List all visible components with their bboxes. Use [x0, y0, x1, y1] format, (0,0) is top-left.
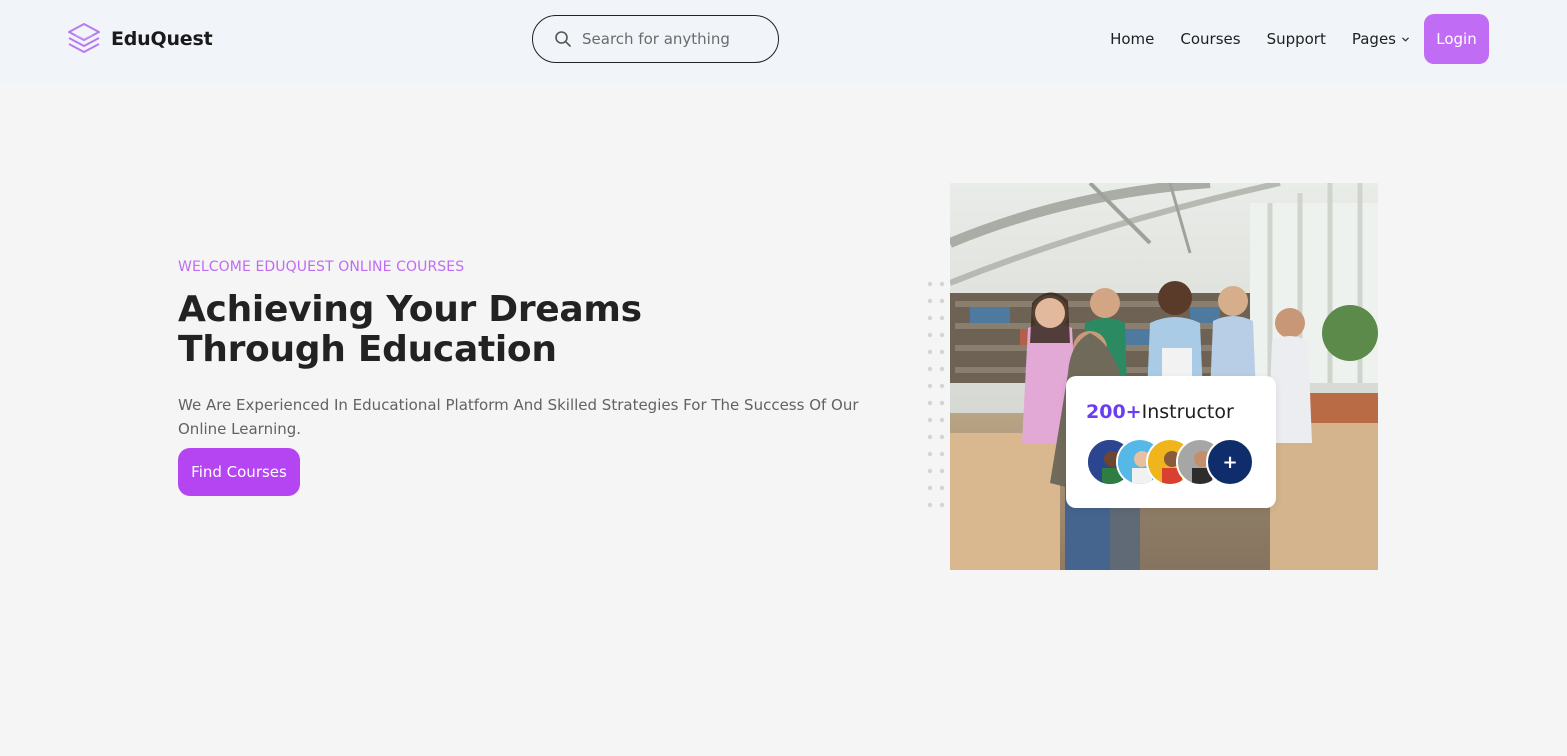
more-instructors-button[interactable]: + [1206, 438, 1254, 486]
search-icon [555, 31, 571, 47]
instructor-card: 200+Instructor + [1066, 376, 1276, 508]
nav-pages-label: Pages [1351, 30, 1396, 48]
instructor-label: Instructor [1141, 401, 1234, 423]
find-courses-button[interactable]: Find Courses [178, 448, 300, 496]
instructor-avatars: + [1086, 438, 1266, 488]
nav-support[interactable]: Support [1267, 30, 1326, 48]
nav-support-label: Support [1266, 30, 1326, 48]
nav-home-label: Home [1110, 30, 1155, 48]
nav-home[interactable]: Home [1110, 30, 1154, 48]
hero-description: We Are Experienced In Educational Platfo… [178, 396, 859, 438]
site-header: EduQuest Home Courses Support Pages Logi… [0, 0, 1567, 84]
layers-icon [68, 23, 100, 53]
brand-logo[interactable]: EduQuest [66, 21, 213, 57]
brand-name: EduQuest [111, 28, 213, 50]
instructor-card-title: 200+Instructor [1086, 401, 1234, 423]
login-button[interactable]: Login [1424, 14, 1489, 64]
nav-courses-label: Courses [1180, 30, 1241, 48]
hero-headline: Achieving Your Dreams Through Education [178, 289, 642, 370]
chevron-down-icon [1402, 37, 1409, 41]
main-nav: Home Courses Support Pages Login [1110, 14, 1489, 64]
plus-icon: + [1222, 451, 1238, 473]
search-bar [532, 15, 779, 63]
search-input[interactable] [582, 30, 762, 48]
hero-eyebrow: WELCOME EDUQUEST ONLINE COURSES [178, 259, 465, 275]
nav-courses[interactable]: Courses [1180, 30, 1240, 48]
instructor-count: 200+ [1086, 401, 1142, 423]
nav-pages-dropdown[interactable]: Pages [1352, 30, 1410, 48]
